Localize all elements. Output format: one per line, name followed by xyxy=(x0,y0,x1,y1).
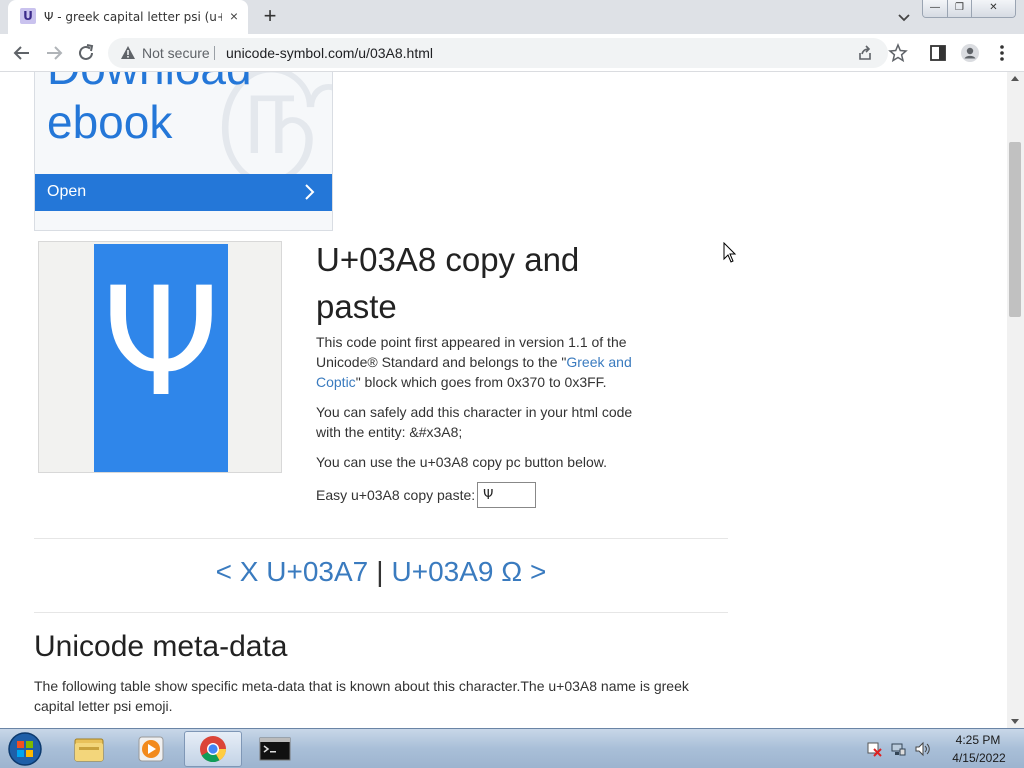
ad-headline-line2: ebook xyxy=(47,96,173,148)
chevron-right-icon xyxy=(305,184,315,200)
tab-close-icon[interactable]: × xyxy=(226,8,242,24)
action-center-icon[interactable] xyxy=(866,741,882,757)
browser-toolbar: Not secure unicode-symbol.com/u/03A8.htm… xyxy=(0,34,1024,72)
browser-tab[interactable]: U Ψ - greek capital letter psi (u+03 × xyxy=(8,0,248,34)
minimize-button[interactable]: — xyxy=(923,0,947,17)
description-text-end: " block which goes from 0x370 to 0x3FF. xyxy=(355,374,607,390)
clock-date[interactable]: 4/15/2022 xyxy=(944,751,1014,765)
taskbar-media-player-button[interactable] xyxy=(122,731,180,767)
taskbar-explorer-button[interactable] xyxy=(60,731,118,767)
folder-icon xyxy=(74,738,104,762)
copy-instructions: You can use the u+03A8 copy pc button be… xyxy=(316,454,607,470)
start-button-icon[interactable] xyxy=(4,731,46,767)
copy-paste-label: Easy u+03A8 copy paste: xyxy=(316,487,476,503)
volume-icon[interactable] xyxy=(914,741,932,757)
chrome-icon xyxy=(200,736,227,763)
profile-icon[interactable] xyxy=(960,43,980,63)
ad-open-button[interactable]: Open xyxy=(35,174,332,211)
network-icon[interactable] xyxy=(890,741,906,757)
tab-favicon-icon: U xyxy=(20,8,36,24)
window-controls: — ❐ ✕ xyxy=(922,0,1016,18)
command-prompt-icon xyxy=(259,737,291,761)
side-panel-icon[interactable] xyxy=(928,43,948,63)
navigation-separator: | xyxy=(376,556,384,587)
tab-search-icon[interactable] xyxy=(896,9,912,25)
symbol-glyph: Ψ xyxy=(101,256,221,430)
page-title: U+03A8 copy and paste xyxy=(316,241,580,325)
address-bar[interactable]: Not secure unicode-symbol.com/u/03A8.htm… xyxy=(108,38,888,68)
forward-arrow-icon[interactable] xyxy=(42,41,66,65)
reload-icon[interactable] xyxy=(74,41,98,65)
next-character-link[interactable]: U+03A9 Ω > xyxy=(392,556,547,587)
warning-icon[interactable] xyxy=(120,45,136,61)
share-icon[interactable] xyxy=(856,44,874,62)
scroll-down-icon[interactable] xyxy=(1011,719,1019,724)
entity-paragraph: You can safely add this character in you… xyxy=(316,404,633,440)
ad-open-label: Open xyxy=(47,183,87,200)
tab-title: Ψ - greek capital letter psi (u+03 xyxy=(44,10,222,24)
scrollbar-thumb[interactable] xyxy=(1009,142,1021,317)
maximize-button[interactable]: ❐ xyxy=(947,0,971,17)
clock-time[interactable]: 4:25 PM xyxy=(948,733,1008,747)
copy-paste-row: Easy u+03A8 copy paste: xyxy=(316,482,537,508)
symbol-tile: Ψ xyxy=(94,244,228,472)
system-tray: 4:25 PM 4/15/2022 xyxy=(860,729,1024,768)
taskbar-chrome-button[interactable] xyxy=(184,731,242,767)
meta-data-description: The following table show specific meta-d… xyxy=(34,678,689,714)
security-label[interactable]: Not secure xyxy=(142,45,210,61)
close-window-button[interactable]: ✕ xyxy=(971,0,1015,17)
back-arrow-icon[interactable] xyxy=(10,41,34,65)
windows-taskbar: 4:25 PM 4/15/2022 xyxy=(0,728,1024,768)
scroll-up-icon[interactable] xyxy=(1011,76,1019,81)
new-tab-button[interactable]: + xyxy=(258,5,282,29)
divider xyxy=(34,612,728,613)
description-paragraph: This code point first appeared in versio… xyxy=(316,332,646,392)
more-menu-icon[interactable] xyxy=(992,43,1012,63)
divider xyxy=(34,538,728,539)
mouse-cursor-icon xyxy=(723,242,737,263)
taskbar-cmd-button[interactable] xyxy=(246,731,304,767)
meta-data-heading: Unicode meta-data xyxy=(34,630,288,663)
address-divider xyxy=(214,46,215,60)
character-navigation: < X U+03A7 | U+03A9 Ω > xyxy=(34,556,728,588)
star-icon[interactable] xyxy=(888,43,908,63)
ebook-ad-banner[interactable]: ௹ Download ebook Open xyxy=(34,72,333,231)
vertical-scrollbar[interactable] xyxy=(1007,72,1024,728)
media-player-icon xyxy=(138,736,164,762)
url-text[interactable]: unicode-symbol.com/u/03A8.html xyxy=(226,45,433,61)
symbol-preview: Ψ xyxy=(38,241,282,473)
page-content: ௹ Download ebook Open Ψ U+03A8 copy and … xyxy=(0,72,1007,728)
browser-tab-strip: U Ψ - greek capital letter psi (u+03 × +… xyxy=(0,0,1024,34)
ad-headline-line1: Download xyxy=(47,72,252,95)
copy-paste-input[interactable] xyxy=(477,482,537,508)
previous-character-link[interactable]: < X U+03A7 xyxy=(216,556,369,587)
